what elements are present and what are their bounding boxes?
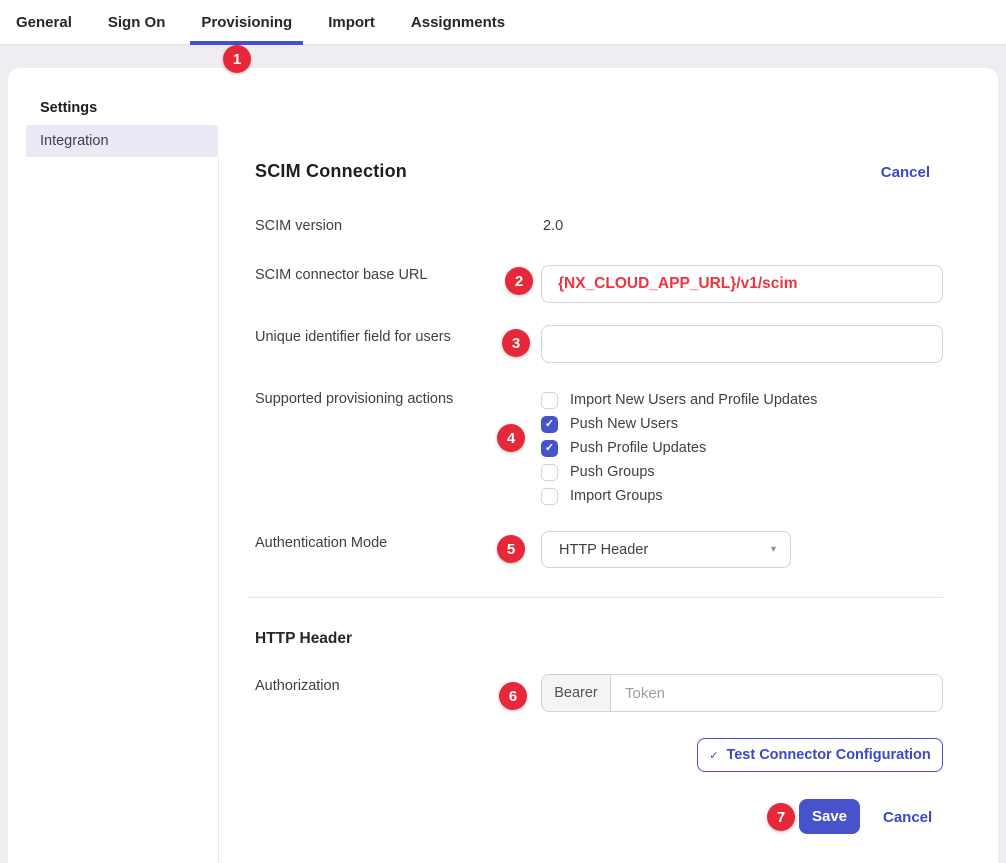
tab-general-label: General xyxy=(16,14,72,31)
authorization-input-group: Bearer xyxy=(541,674,943,712)
cancel-link-bottom[interactable]: Cancel xyxy=(883,809,932,826)
http-header-section-title: HTTP Header xyxy=(255,630,352,648)
unique-identifier-label: Unique identifier field for users xyxy=(255,329,451,345)
step-badge-4: 4 xyxy=(497,424,525,452)
bearer-prefix: Bearer xyxy=(542,675,611,711)
checkbox-row-import-users[interactable]: ✓ Import New Users and Profile Updates xyxy=(541,388,817,412)
tab-import-label: Import xyxy=(328,14,375,31)
checkbox-push-groups[interactable]: ✓ xyxy=(541,464,558,481)
checkbox-row-import-groups[interactable]: ✓ Import Groups xyxy=(541,484,817,508)
checkbox-import-users[interactable]: ✓ xyxy=(541,392,558,409)
step-badge-3: 3 xyxy=(502,329,530,357)
checkbox-row-push-groups[interactable]: ✓ Push Groups xyxy=(541,460,817,484)
step-badge-5: 5 xyxy=(497,535,525,563)
auth-mode-select[interactable]: HTTP Header ▾ xyxy=(541,531,791,568)
sidebar-divider xyxy=(218,158,219,863)
page-title: SCIM Connection xyxy=(255,161,407,182)
provisioning-card: Settings Integration SCIM Connection Can… xyxy=(8,68,998,863)
chevron-down-icon: ▾ xyxy=(771,544,776,555)
check-icon: ✓ xyxy=(545,419,554,430)
cancel-link-top[interactable]: Cancel xyxy=(881,164,930,181)
step-badge-6: 6 xyxy=(499,682,527,710)
checkbox-label: Push New Users xyxy=(570,416,678,432)
check-icon: ✓ xyxy=(709,749,718,762)
test-connector-label: Test Connector Configuration xyxy=(726,747,930,763)
tab-assignments[interactable]: Assignments xyxy=(411,0,505,44)
check-icon: ✓ xyxy=(545,443,554,454)
auth-mode-value: HTTP Header xyxy=(559,542,771,558)
provisioning-actions-group: ✓ Import New Users and Profile Updates ✓… xyxy=(541,388,817,508)
checkbox-row-push-new-users[interactable]: ✓ Push New Users xyxy=(541,412,817,436)
save-button[interactable]: Save xyxy=(799,799,860,834)
checkbox-label: Push Profile Updates xyxy=(570,440,706,456)
section-divider xyxy=(248,597,943,598)
provisioning-actions-label: Supported provisioning actions xyxy=(255,391,453,407)
tab-provisioning-label: Provisioning xyxy=(201,14,292,31)
active-tab-underline xyxy=(190,41,303,45)
step-badge-7: 7 xyxy=(767,803,795,831)
base-url-label: SCIM connector base URL xyxy=(255,267,427,283)
base-url-input[interactable] xyxy=(541,265,943,303)
sidebar-header: Settings xyxy=(40,100,97,116)
auth-mode-label: Authentication Mode xyxy=(255,535,387,551)
tab-assignments-label: Assignments xyxy=(411,14,505,31)
sidebar-item-label: Integration xyxy=(40,133,109,149)
checkbox-row-push-profile-updates[interactable]: ✓ Push Profile Updates xyxy=(541,436,817,460)
unique-identifier-input[interactable] xyxy=(541,325,943,363)
scim-version-label: SCIM version xyxy=(255,218,342,234)
checkbox-push-profile-updates[interactable]: ✓ xyxy=(541,440,558,457)
tab-import[interactable]: Import xyxy=(328,0,375,44)
app-tab-bar: General Sign On Provisioning Import Assi… xyxy=(0,0,1006,45)
scim-provisioning-page: General Sign On Provisioning Import Assi… xyxy=(0,0,1006,863)
checkbox-label: Import Groups xyxy=(570,488,663,504)
test-connector-button[interactable]: ✓ Test Connector Configuration xyxy=(697,738,943,772)
tab-sign-on-label: Sign On xyxy=(108,14,166,31)
checkbox-label: Import New Users and Profile Updates xyxy=(570,392,817,408)
tab-provisioning[interactable]: Provisioning xyxy=(201,0,292,44)
tab-sign-on[interactable]: Sign On xyxy=(108,0,166,44)
token-input[interactable] xyxy=(611,675,942,711)
tab-general[interactable]: General xyxy=(16,0,72,44)
sidebar-item-integration[interactable]: Integration xyxy=(26,125,218,157)
scim-version-value: 2.0 xyxy=(543,218,563,234)
step-badge-2: 2 xyxy=(505,267,533,295)
checkbox-push-new-users[interactable]: ✓ xyxy=(541,416,558,433)
authorization-label: Authorization xyxy=(255,678,340,694)
checkbox-label: Push Groups xyxy=(570,464,655,480)
checkbox-import-groups[interactable]: ✓ xyxy=(541,488,558,505)
step-badge-1: 1 xyxy=(223,45,251,73)
